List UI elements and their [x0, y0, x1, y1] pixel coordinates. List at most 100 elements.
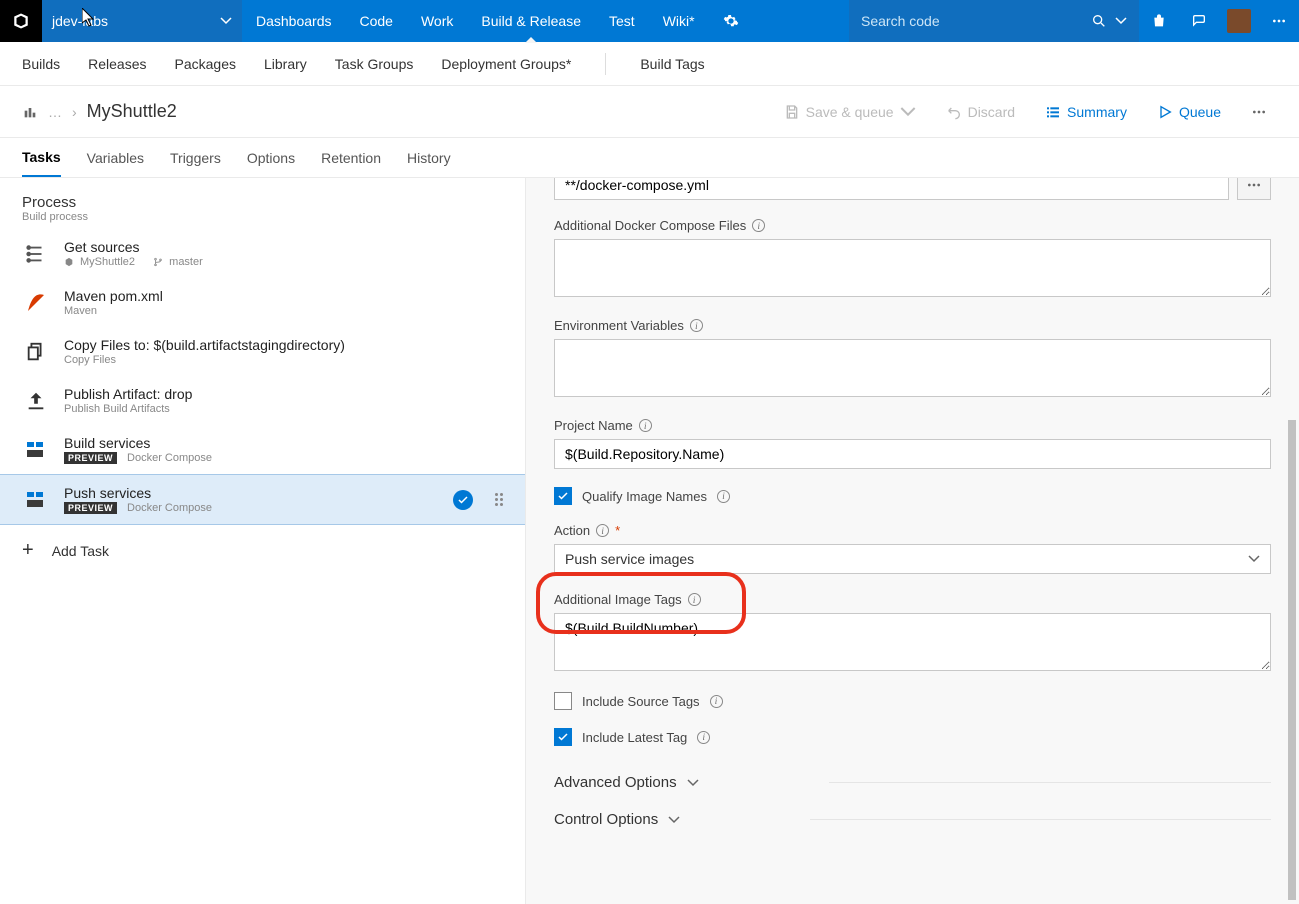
- search-icon: [1091, 13, 1107, 29]
- action-select[interactable]: Push service images: [554, 544, 1271, 574]
- chevron-down-icon[interactable]: [1115, 15, 1127, 27]
- additional-compose-input[interactable]: [554, 239, 1271, 297]
- sources-icon: [22, 240, 50, 268]
- browse-button[interactable]: [1237, 178, 1271, 200]
- subnav-library[interactable]: Library: [264, 56, 307, 72]
- repo-icon: [64, 257, 74, 267]
- task-build-services[interactable]: Build services PREVIEWDocker Compose: [0, 425, 525, 474]
- include-latest-tag-label: Include Latest Tag: [582, 730, 687, 745]
- add-task-button[interactable]: + Add Task: [0, 525, 525, 576]
- additional-tags-input[interactable]: $(Build.BuildNumber): [554, 613, 1271, 671]
- tab-triggers[interactable]: Triggers: [170, 140, 221, 176]
- list-icon: [1045, 104, 1061, 120]
- subnav-deployment-groups[interactable]: Deployment Groups*: [441, 56, 571, 72]
- project-name-input[interactable]: [554, 439, 1271, 469]
- more-actions-button[interactable]: [1241, 104, 1277, 120]
- env-vars-input[interactable]: [554, 339, 1271, 397]
- get-sources-item[interactable]: Get sources MyShuttle2 master: [0, 229, 525, 278]
- qualify-image-names-checkbox[interactable]: [554, 487, 572, 505]
- user-avatar[interactable]: [1219, 0, 1259, 42]
- docker-compose-icon: [22, 486, 50, 514]
- additional-compose-label: Additional Docker Compose Files: [554, 218, 746, 233]
- info-icon[interactable]: i: [752, 219, 765, 232]
- search-box[interactable]: [849, 0, 1139, 42]
- nav-build-release[interactable]: Build & Release: [467, 0, 595, 42]
- discard-button[interactable]: Discard: [936, 104, 1025, 120]
- nav-work[interactable]: Work: [407, 0, 467, 42]
- docker-compose-icon: [22, 436, 50, 464]
- chevron-down-icon: [220, 15, 232, 27]
- subnav-builds[interactable]: Builds: [22, 56, 60, 72]
- summary-button[interactable]: Summary: [1035, 104, 1137, 120]
- task-maven[interactable]: Maven pom.xml Maven: [0, 278, 525, 327]
- save-icon: [784, 104, 800, 120]
- env-vars-label: Environment Variables: [554, 318, 684, 333]
- include-source-tags-label: Include Source Tags: [582, 694, 700, 709]
- queue-button[interactable]: Queue: [1147, 104, 1231, 120]
- definition-icon: [22, 104, 38, 120]
- info-icon[interactable]: i: [717, 490, 730, 503]
- info-icon[interactable]: i: [596, 524, 609, 537]
- process-header[interactable]: Process Build process: [0, 178, 525, 229]
- tab-history[interactable]: History: [407, 140, 451, 176]
- drag-handle-icon[interactable]: [495, 493, 503, 506]
- gear-icon: [723, 13, 739, 29]
- required-asterisk: *: [615, 523, 620, 538]
- tab-tasks[interactable]: Tasks: [22, 139, 61, 177]
- enabled-check-icon: [453, 490, 473, 510]
- vsts-logo[interactable]: [0, 0, 42, 42]
- project-selector[interactable]: jdev-labs: [42, 0, 242, 42]
- info-icon[interactable]: i: [690, 319, 703, 332]
- control-options-toggle[interactable]: Control Options: [554, 801, 680, 838]
- chevron-down-icon: [687, 777, 699, 789]
- shopping-bag-icon: [1151, 13, 1167, 29]
- top-nav-bar: jdev-labs Dashboards Code Work Build & R…: [0, 0, 1299, 42]
- include-source-tags-checkbox[interactable]: [554, 692, 572, 710]
- breadcrumb-bar: … › MyShuttle2 Save & queue Discard Summ…: [0, 86, 1299, 138]
- settings-gear-button[interactable]: [709, 0, 753, 42]
- include-latest-tag-checkbox[interactable]: [554, 728, 572, 746]
- nav-wiki[interactable]: Wiki*: [649, 0, 709, 42]
- tab-options[interactable]: Options: [247, 140, 295, 176]
- help-button[interactable]: [1179, 0, 1219, 42]
- subnav-releases[interactable]: Releases: [88, 56, 146, 72]
- info-icon[interactable]: i: [710, 695, 723, 708]
- chevron-down-icon: [900, 104, 916, 120]
- ellipsis-icon: [1251, 104, 1267, 120]
- docker-compose-file-input[interactable]: [554, 178, 1229, 200]
- task-push-services[interactable]: Push services PREVIEWDocker Compose: [0, 474, 525, 525]
- subnav-packages[interactable]: Packages: [175, 56, 236, 72]
- info-icon[interactable]: i: [688, 593, 701, 606]
- maven-icon: [22, 289, 50, 317]
- task-publish-artifact[interactable]: Publish Artifact: drop Publish Build Art…: [0, 376, 525, 425]
- additional-tags-label: Additional Image Tags: [554, 592, 682, 607]
- more-menu-button[interactable]: [1259, 0, 1299, 42]
- nav-dashboards[interactable]: Dashboards: [242, 0, 346, 42]
- hub-nav: Builds Releases Packages Library Task Gr…: [0, 42, 1299, 86]
- advanced-options-toggle[interactable]: Advanced Options: [554, 764, 699, 801]
- info-icon[interactable]: i: [639, 419, 652, 432]
- search-input[interactable]: [861, 13, 1083, 29]
- save-queue-button[interactable]: Save & queue: [774, 104, 926, 120]
- project-name-label: Project Name: [554, 418, 633, 433]
- action-label: Action: [554, 523, 590, 538]
- marketplace-button[interactable]: [1139, 0, 1179, 42]
- tab-retention[interactable]: Retention: [321, 140, 381, 176]
- task-copy-files[interactable]: Copy Files to: $(build.artifactstagingdi…: [0, 327, 525, 376]
- subnav-task-groups[interactable]: Task Groups: [335, 56, 414, 72]
- scrollbar-thumb[interactable]: [1288, 420, 1296, 900]
- tab-variables[interactable]: Variables: [87, 140, 144, 176]
- preview-badge: PREVIEW: [64, 502, 117, 514]
- ellipsis-icon: [1246, 178, 1262, 193]
- subnav-build-tags[interactable]: Build Tags: [640, 56, 704, 72]
- branch-icon: [153, 257, 163, 267]
- chevron-down-icon: [668, 814, 680, 826]
- breadcrumb-ellipsis[interactable]: …: [48, 104, 62, 120]
- nav-code[interactable]: Code: [346, 0, 407, 42]
- avatar-icon: [1227, 9, 1251, 33]
- task-details-pane: Additional Docker Compose Files i Environ…: [526, 178, 1299, 904]
- preview-badge: PREVIEW: [64, 452, 117, 464]
- nav-test[interactable]: Test: [595, 0, 649, 42]
- ellipsis-icon: [1271, 13, 1287, 29]
- info-icon[interactable]: i: [697, 731, 710, 744]
